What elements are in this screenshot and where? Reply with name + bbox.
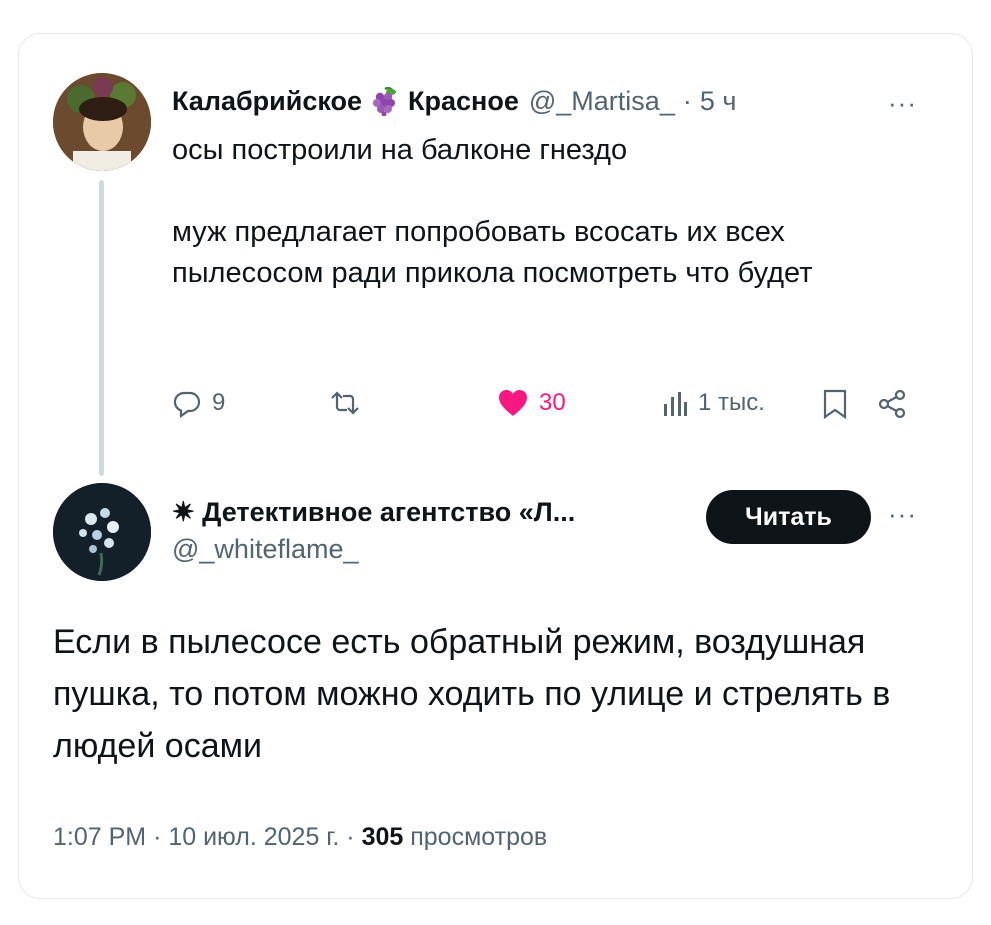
views-label: просмотров (410, 823, 548, 851)
follow-button[interactable]: Читать (706, 490, 871, 544)
bookmark-icon (822, 388, 848, 420)
avatar[interactable] (53, 483, 151, 581)
author-name[interactable]: Калабрийское (172, 86, 362, 117)
avatar[interactable] (53, 73, 151, 171)
views-count: 1 тыс. (698, 389, 765, 416)
more-options-icon[interactable]: ··· (888, 499, 917, 530)
retweet-icon (328, 388, 362, 418)
like-count: 30 (539, 389, 566, 416)
separator-dot: · (153, 823, 162, 851)
reply-icon (172, 388, 202, 418)
reply-author-name[interactable]: ✷ Детективное агентство «Л... (172, 494, 575, 530)
post-text: осы построили на балконе гнездо муж пред… (172, 134, 813, 289)
more-options-icon[interactable]: ··· (888, 88, 917, 119)
portrait-avatar-image (53, 73, 151, 171)
bookmark-button[interactable] (822, 388, 848, 420)
reply-date[interactable]: 10 июл. 2025 г. (168, 823, 339, 851)
like-button[interactable]: 30 (497, 388, 566, 418)
reply-text: Если в пылесосе есть обратный режим, воз… (53, 623, 891, 765)
reply-button[interactable]: 9 (172, 388, 225, 418)
grapes-emoji-icon (370, 86, 400, 117)
reply-author-handle[interactable]: @_whiteflame_ (172, 534, 359, 565)
post-actions-bar: 9 30 1 тыс. (0, 388, 991, 432)
separator-dot: · (682, 85, 692, 116)
reply-count: 9 (212, 389, 226, 416)
share-button[interactable] (876, 388, 908, 420)
separator-dot: · (346, 823, 355, 851)
author-handle[interactable]: @_Martisa_ (529, 86, 675, 117)
analytics-bars-icon (662, 388, 688, 418)
post-time[interactable]: 5 ч (700, 86, 737, 117)
author-name-suffix[interactable]: Красное (408, 86, 519, 117)
retweet-button[interactable] (328, 388, 372, 418)
views-button[interactable]: 1 тыс. (662, 388, 765, 418)
flowers-avatar-image (53, 483, 151, 581)
views-count: 305 (361, 823, 404, 851)
post-author-row: Калабрийское Красное @_Martisa_ · 5 ч (172, 84, 736, 118)
share-icon (876, 388, 908, 420)
reply-time[interactable]: 1:07 PM (53, 823, 146, 851)
heart-filled-icon (497, 388, 529, 418)
reply-meta: 1:07 PM · 10 июл. 2025 г. · 305 просмотр… (53, 823, 547, 852)
